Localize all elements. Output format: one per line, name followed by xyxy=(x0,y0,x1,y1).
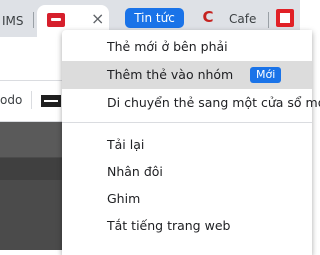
new-badge: Mới xyxy=(250,67,282,83)
tab-separator xyxy=(268,12,269,28)
c-favicon-icon: C xyxy=(202,8,214,26)
dark-bookmark-icon[interactable] xyxy=(41,95,61,107)
menu-item-add-to-group[interactable]: Thêm thẻ vào nhóm Mới xyxy=(62,61,312,89)
tab-group-tin-tuc[interactable]: Tin tức xyxy=(125,8,184,28)
bookmark-separator xyxy=(31,91,32,109)
menu-item-reload[interactable]: Tải lại xyxy=(62,131,312,159)
tab-cafe-title[interactable]: Cafe xyxy=(229,12,256,26)
menu-item-label: Nhân đôi xyxy=(107,164,163,179)
tab-ims-title[interactable]: IMS xyxy=(2,14,24,28)
menu-item-label: Tải lại xyxy=(107,137,145,152)
tab-context-menu: Thẻ mới ở bên phải Thêm thẻ vào nhóm Mới… xyxy=(62,30,320,255)
menu-item-label: Tắt tiếng trang web xyxy=(107,218,231,233)
menu-item-pin[interactable]: Ghim xyxy=(62,185,312,213)
menu-divider xyxy=(62,122,312,123)
tab-separator xyxy=(33,12,34,28)
menu-item-duplicate[interactable]: Nhân đôi xyxy=(62,158,312,186)
bookmark-odo[interactable]: odo xyxy=(0,93,22,107)
close-icon[interactable]: × xyxy=(91,9,104,29)
flipboard-favicon-icon[interactable] xyxy=(276,9,294,27)
menu-item-new-tab-right[interactable]: Thẻ mới ở bên phải xyxy=(62,33,312,61)
red-tab-favicon-icon xyxy=(47,13,65,27)
menu-item-label: Di chuyển thẻ sang một cửa sổ mới xyxy=(107,95,320,110)
menu-item-mute-site[interactable]: Tắt tiếng trang web xyxy=(62,212,312,240)
menu-item-label: Ghim xyxy=(107,191,141,206)
menu-item-label: Thêm thẻ vào nhóm xyxy=(107,67,234,82)
menu-item-move-to-new-window[interactable]: Di chuyển thẻ sang một cửa sổ mới xyxy=(62,89,320,117)
menu-item-label: Thẻ mới ở bên phải xyxy=(107,39,228,54)
